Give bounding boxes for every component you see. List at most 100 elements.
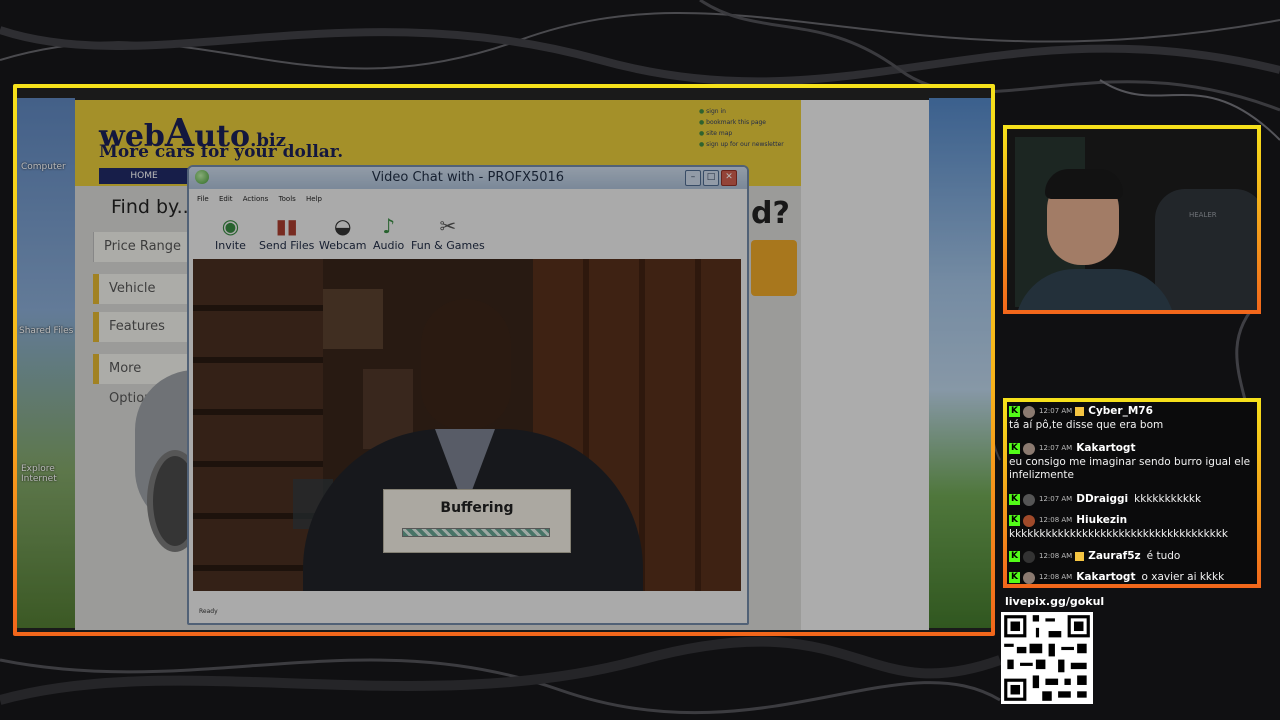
desktop-wallpaper-right xyxy=(929,98,991,628)
chat-username: Kakartogt xyxy=(1076,571,1136,583)
menu-file[interactable]: File xyxy=(197,195,209,203)
header-link[interactable]: sign up for our newsletter xyxy=(699,139,784,150)
header-link[interactable]: bookmark this page xyxy=(699,117,784,128)
avatar xyxy=(1023,493,1035,506)
chat-message: K 12:07 AM Kakartogt eu consigo me imagina… xyxy=(1007,442,1257,482)
chat-message: K 12:07 AM Cyber_M76 tá aí pô,te disse que… xyxy=(1007,405,1257,432)
subscriber-badge-icon xyxy=(1075,552,1085,561)
webcam-button[interactable]: ◒ Webcam xyxy=(319,215,367,252)
header-link[interactable]: site map xyxy=(699,128,784,139)
chat-username: DDraiggi xyxy=(1076,493,1129,505)
message-time: 12:07 AM xyxy=(1039,407,1073,415)
site-tagline: More cars for your dollar. xyxy=(99,142,344,162)
avatar xyxy=(1023,514,1035,527)
kick-icon: K xyxy=(1009,443,1020,454)
heading-fragment: d? xyxy=(751,196,790,231)
orange-button[interactable] xyxy=(751,240,797,296)
chat-text: é tudo xyxy=(1146,550,1181,562)
streamer-hair xyxy=(1045,169,1123,199)
minimize-icon[interactable]: – xyxy=(685,170,701,186)
chat-text: eu consigo me imaginar sendo burro igual… xyxy=(1009,455,1251,481)
chair-logo: HEALER xyxy=(1189,211,1217,219)
price-range-button[interactable]: Price Range xyxy=(93,232,187,262)
chat-text: o xavier ai kkkk xyxy=(1141,571,1225,583)
chat-overlay: K 12:07 AM Cyber_M76 tá aí pô,te disse que… xyxy=(1003,398,1261,588)
menu-help[interactable]: Help xyxy=(306,195,322,203)
message-time: 12:08 AM xyxy=(1039,573,1073,581)
chat-message: K 12:08 AM Kakartogt o xavier ai kkkk xyxy=(1007,571,1257,584)
send-files-button[interactable]: ▮▮ Send Files xyxy=(259,215,314,252)
vehicle-type-button[interactable]: Vehicle Type xyxy=(93,274,187,326)
message-time: 12:08 AM xyxy=(1039,516,1073,524)
subscriber-badge-icon xyxy=(1075,407,1085,416)
person-head xyxy=(421,299,511,429)
desktop-wallpaper-left: Computer Shared Files Explore Internet xyxy=(17,98,75,628)
invite-label: Invite xyxy=(215,239,246,252)
chat-text: tá aí pô,te disse que era bom xyxy=(1009,418,1164,431)
qr-code-icon xyxy=(1001,612,1093,704)
chat-username: Zauraf5z xyxy=(1088,550,1141,562)
menu-edit[interactable]: Edit xyxy=(219,195,233,203)
chat-username: Cyber_M76 xyxy=(1088,405,1153,417)
menu-tools[interactable]: Tools xyxy=(279,195,296,203)
main-capture-frame: Computer Shared Files Explore Internet w… xyxy=(13,84,995,636)
music-note-icon: ♪ xyxy=(382,214,396,238)
site-side-column xyxy=(801,100,929,630)
message-time: 12:08 AM xyxy=(1039,552,1073,560)
video-feed: Buffering xyxy=(193,259,741,591)
header-link[interactable]: sign in xyxy=(699,106,784,117)
fun-games-label: Fun & Games xyxy=(411,239,485,252)
status-bar: Ready xyxy=(199,608,218,615)
scissors-icon: ✂ xyxy=(439,214,457,238)
kick-icon: K xyxy=(1009,494,1020,505)
message-time: 12:07 AM xyxy=(1039,495,1073,503)
chat-username: Kakartogt xyxy=(1076,442,1136,454)
buffering-progress-bar xyxy=(402,528,550,537)
avatar xyxy=(1023,571,1035,584)
chat-username: Hiukezin xyxy=(1076,514,1128,526)
kick-icon: K xyxy=(1009,515,1020,526)
kick-icon: K xyxy=(1009,572,1020,583)
chat-text: kkkkkkkkkkkkkkkkkkkkkkkkkkkkkkkkkkkk xyxy=(1009,527,1228,540)
maximize-icon[interactable]: □ xyxy=(703,170,719,186)
audio-button[interactable]: ♪ Audio xyxy=(373,215,404,252)
globe-icon: ◉ xyxy=(221,214,240,238)
fun-games-button[interactable]: ✂ Fun & Games xyxy=(411,215,485,252)
bookshelf xyxy=(193,259,323,591)
send-files-label: Send Files xyxy=(259,239,315,252)
window-titlebar[interactable]: Video Chat with - PROFX5016 – □ ✕ xyxy=(189,167,747,189)
desktop-icon-shared-files[interactable]: Shared Files xyxy=(19,326,73,336)
avatar xyxy=(1023,405,1035,418)
nav-home-tab[interactable]: HOME xyxy=(99,168,189,184)
books-icon: ▮▮ xyxy=(275,214,298,238)
gaming-chair xyxy=(1155,189,1257,310)
find-by-heading: Find by... xyxy=(111,196,195,218)
window-title: Video Chat with - PROFX5016 xyxy=(371,170,565,185)
desktop-icon-internet[interactable]: Explore Internet xyxy=(21,464,61,484)
menu-actions[interactable]: Actions xyxy=(243,195,269,203)
chat-message: K 12:08 AM Zauraf5z é tudo xyxy=(1007,550,1257,564)
video-chat-window: Video Chat with - PROFX5016 – □ ✕ File E… xyxy=(187,165,749,625)
chat-text: kkkkkkkkkkk xyxy=(1134,493,1202,505)
avatar xyxy=(1023,550,1035,563)
screen-capture: Computer Shared Files Explore Internet w… xyxy=(17,88,991,632)
audio-label: Audio xyxy=(373,239,405,252)
menu-bar: File Edit Actions Tools Help xyxy=(197,195,330,203)
avatar xyxy=(1023,442,1035,455)
features-button[interactable]: Features xyxy=(93,312,187,342)
close-icon[interactable]: ✕ xyxy=(721,170,737,186)
chat-message: K 12:08 AM Hiukezin kkkkkkkkkkkkkkkkkkkkkk… xyxy=(1007,514,1257,541)
toolbar: ◉ Invite ▮▮ Send Files ◒ Webcam ♪ Audio … xyxy=(189,211,747,257)
kick-icon: K xyxy=(1009,406,1020,417)
chat-message: K 12:07 AM DDraiggi kkkkkkkkkkk xyxy=(1007,493,1257,507)
webcam-label: Webcam xyxy=(319,239,367,252)
streamer-webcam: HEALER xyxy=(1003,125,1261,314)
pixelation-block xyxy=(323,289,383,349)
kick-icon: K xyxy=(1009,551,1020,562)
webcam-icon: ◒ xyxy=(334,214,352,238)
buffering-dialog: Buffering xyxy=(383,489,571,553)
message-time: 12:07 AM xyxy=(1039,444,1073,452)
livepix-link[interactable]: livepix.gg/gokul xyxy=(1005,595,1104,608)
desktop-icon-computer[interactable]: Computer xyxy=(21,162,66,172)
invite-button[interactable]: ◉ Invite xyxy=(215,215,246,252)
